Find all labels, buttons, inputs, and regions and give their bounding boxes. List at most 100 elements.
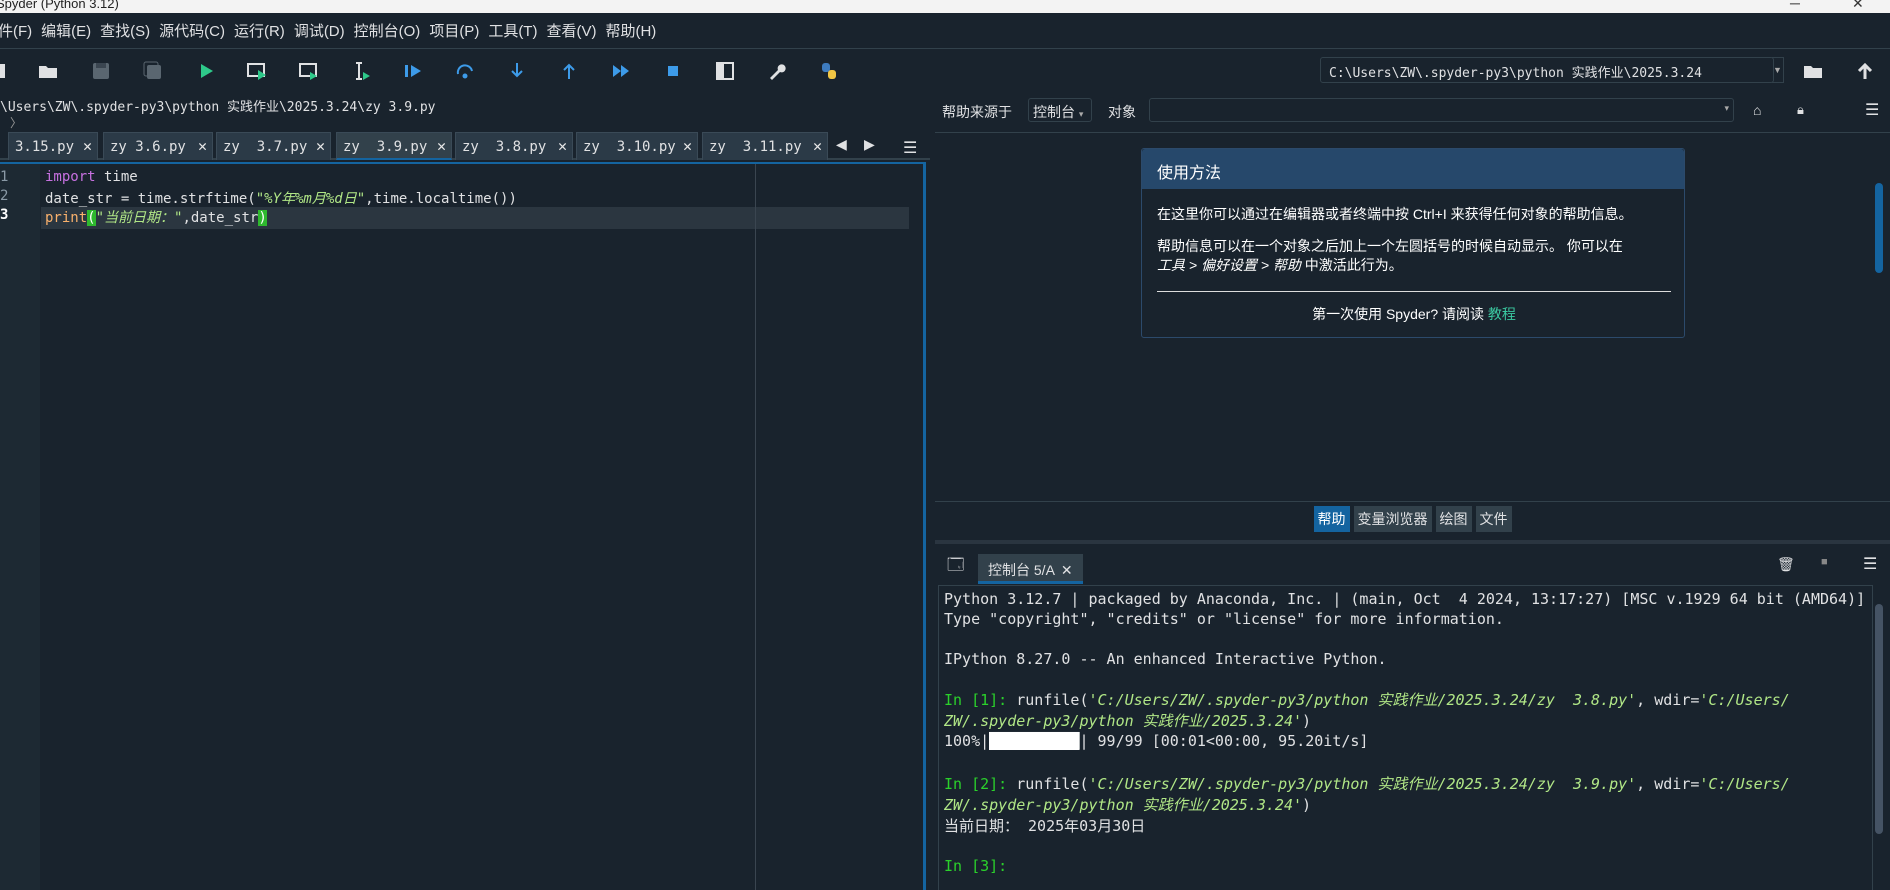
help-pane-tabs: 帮助 变量浏览器 绘图 文件 [935, 506, 1890, 532]
menu-edit[interactable]: 编辑(E) [37, 20, 95, 41]
close-icon[interactable]: ✕ [316, 137, 325, 155]
help-content: 使用方法 在这里你可以通过在编辑器或者终端中按 Ctrl+I 来获得任何对象的帮… [935, 132, 1890, 502]
close-button[interactable]: ✕ [1852, 0, 1864, 12]
editor-pane: \Users\ZW\.spyder-py3\python 实践作业\2025.3… [0, 92, 930, 890]
line-number: 1 [0, 169, 9, 185]
editor-tab[interactable]: zy 3.7.py ✕ [216, 132, 331, 160]
tab-files[interactable]: 文件 [1475, 506, 1512, 532]
close-icon[interactable]: ✕ [83, 137, 92, 155]
stop-debug-icon[interactable] [660, 59, 686, 83]
menu-help[interactable]: 帮助(H) [601, 20, 660, 41]
close-icon[interactable]: ✕ [813, 137, 822, 155]
hamburger-menu-icon[interactable]: ☰ [1863, 554, 1877, 574]
hamburger-menu-icon[interactable]: ☰ [903, 138, 917, 158]
first-time-text: 第一次使用 Spyder? 请阅读 教程 [1312, 306, 1516, 322]
usage-box: 使用方法 在这里你可以通过在编辑器或者终端中按 Ctrl+I 来获得任何对象的帮… [1141, 148, 1685, 338]
breadcrumb: 〉 [10, 116, 23, 130]
minimize-button[interactable]: ─ [1790, 0, 1800, 11]
code-editor[interactable]: 1 2 3 import time date_str = time.strfti… [0, 162, 926, 890]
menu-source[interactable]: 源代码(C) [155, 20, 229, 41]
menu-tools[interactable]: 工具(T) [484, 20, 541, 41]
scrollbar[interactable] [1875, 183, 1883, 273]
editor-tab[interactable]: 3.15.py ✕ [8, 132, 98, 160]
new-file-icon[interactable] [0, 59, 14, 83]
continue-icon[interactable] [608, 59, 634, 83]
editor-tab[interactable]: zy 3.6.py ✕ [103, 132, 213, 160]
run-selection-icon[interactable] [348, 59, 374, 83]
chevron-down-icon[interactable]: ▼ [1772, 57, 1784, 83]
menu-search[interactable]: 查找(S) [96, 20, 154, 41]
close-icon[interactable]: ✕ [558, 137, 567, 155]
console-line: Python 3.12.7 | packaged by Anaconda, In… [944, 590, 1866, 608]
window-icon[interactable]: 🗔︎ [947, 554, 964, 581]
stop-icon[interactable]: ■ [1821, 556, 1828, 568]
tab-plots[interactable]: 绘图 [1435, 506, 1472, 532]
save-all-icon[interactable] [140, 59, 166, 83]
tab-label: zy 3.6.py [110, 139, 186, 155]
tab-help[interactable]: 帮助 [1313, 506, 1350, 532]
preferences-wrench-icon[interactable] [764, 59, 790, 83]
scrollbar[interactable] [1875, 604, 1883, 834]
help-pane: 帮助来源于 控制台 ▾ 对象 ▾ ⌂ 🔒︎ ☰ 使用方法 在这里你可以通过在编辑… [935, 92, 1890, 532]
edge-line [755, 164, 756, 890]
menu-projects[interactable]: 项目(P) [425, 20, 483, 41]
tutorial-link[interactable]: 教程 [1488, 306, 1516, 322]
console-tab-label: 控制台 5/A [988, 562, 1055, 578]
trash-icon[interactable]: 🗑︎ [1777, 556, 1795, 573]
editor-tab[interactable]: zy 3.10.py ✕ [576, 132, 698, 160]
close-icon[interactable]: ✕ [1061, 562, 1073, 578]
menu-run[interactable]: 运行(R) [230, 20, 289, 41]
run-cell-advance-icon[interactable] [296, 59, 322, 83]
editor-tab[interactable]: zy 3.8.py ✕ [455, 132, 573, 160]
run-cell-icon[interactable] [244, 59, 270, 83]
console-tab-bar: 🗔︎ 控制台 5/A ✕ 🗑︎ ■ ☰ [935, 544, 1890, 584]
tab-label: zy 3.10.py [583, 139, 676, 155]
close-icon[interactable]: ✕ [437, 137, 446, 155]
browse-directory-icon[interactable] [1800, 59, 1826, 83]
scroll-tabs-right-icon[interactable]: ▶ [864, 136, 875, 153]
debug-icon[interactable] [400, 59, 426, 83]
code-line: import time [45, 169, 138, 185]
source-label: 帮助来源于 [942, 104, 1012, 120]
step-return-icon[interactable] [556, 59, 582, 83]
code-line-current: print("当前日期：",date_str) [45, 210, 267, 226]
parent-directory-icon[interactable] [1852, 59, 1878, 83]
console-line: IPython 8.27.0 -- An enhanced Interactiv… [944, 650, 1387, 668]
help-source-combo[interactable]: 控制台 ▾ [1028, 98, 1092, 122]
step-over-icon[interactable] [452, 59, 478, 83]
hamburger-menu-icon[interactable]: ☰ [1865, 100, 1879, 120]
window-title: Spyder (Python 3.12) [0, 0, 119, 11]
object-label: 对象 [1108, 104, 1136, 120]
tab-label: zy 3.8.py [462, 139, 547, 155]
scroll-tabs-left-icon[interactable]: ◀ [836, 136, 847, 153]
console-line: In [2]: runfile('C:/Users/ZW/.spyder-py3… [944, 775, 1790, 793]
close-icon[interactable]: ✕ [683, 137, 692, 155]
working-directory-combo[interactable]: C:\Users\ZW\.spyder-py3\python 实践作业\2025… [1320, 57, 1774, 83]
menu-debug[interactable]: 调试(D) [290, 20, 349, 41]
editor-tab-active[interactable]: zy 3.9.py ✕ [336, 132, 452, 160]
python-path-icon[interactable] [816, 59, 842, 83]
code-line: date_str = time.strftime("%Y年%m月%d日",tim… [45, 191, 517, 207]
save-icon[interactable] [88, 59, 114, 83]
console-line: In [1]: runfile('C:/Users/ZW/.spyder-py3… [944, 691, 1790, 709]
step-into-icon[interactable] [504, 59, 530, 83]
open-folder-icon[interactable] [35, 59, 61, 83]
console-prompt: In [3]: [944, 857, 1017, 875]
menu-file[interactable]: 件(F) [0, 20, 36, 41]
menu-consoles[interactable]: 控制台(O) [350, 20, 425, 41]
console-tab[interactable]: 控制台 5/A ✕ [978, 554, 1083, 584]
run-icon[interactable] [193, 59, 219, 83]
tab-variable-explorer[interactable]: 变量浏览器 [1353, 506, 1432, 532]
menu-view[interactable]: 查看(V) [542, 20, 600, 41]
editor-file-path: \Users\ZW\.spyder-py3\python 实践作业\2025.3… [0, 100, 436, 115]
object-input[interactable]: ▾ [1149, 98, 1734, 122]
lock-icon[interactable]: 🔒︎ [1797, 102, 1804, 118]
line-number-gutter: 1 2 3 [0, 164, 40, 890]
console-line: Type "copyright", "credits" or "license"… [944, 610, 1504, 628]
close-icon[interactable]: ✕ [198, 137, 207, 155]
ipython-console[interactable]: Python 3.12.7 | packaged by Anaconda, In… [938, 585, 1873, 890]
console-pane: 🗔︎ 控制台 5/A ✕ 🗑︎ ■ ☰ Python 3.12.7 | packa… [935, 540, 1890, 890]
home-icon[interactable]: ⌂ [1753, 102, 1761, 118]
editor-tab[interactable]: zy 3.11.py ✕ [702, 132, 828, 160]
maximize-pane-icon[interactable] [712, 59, 738, 83]
